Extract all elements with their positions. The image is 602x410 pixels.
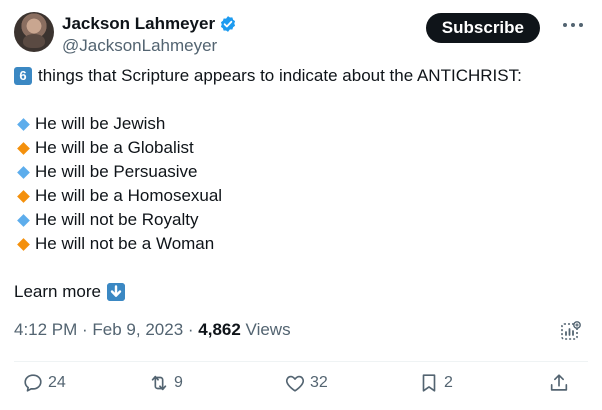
bookmark-button[interactable]: 2 bbox=[418, 372, 453, 394]
author-block: Jackson Lahmeyer @JacksonLahmeyer bbox=[62, 13, 237, 56]
list-item-text: He will be a Homosexual bbox=[35, 186, 223, 205]
list-item: He will be a Homosexual bbox=[14, 184, 588, 208]
list-item: He will not be a Woman bbox=[14, 232, 588, 256]
blue-diamond-icon bbox=[17, 117, 30, 131]
avatar[interactable] bbox=[14, 12, 54, 52]
like-count: 32 bbox=[310, 374, 328, 391]
list-item-text: He will be Jewish bbox=[35, 114, 166, 133]
subscribe-button[interactable]: Subscribe bbox=[425, 13, 540, 43]
blue-diamond-icon bbox=[17, 165, 30, 179]
orange-diamond-icon bbox=[17, 237, 30, 251]
repost-icon bbox=[151, 375, 167, 391]
tweet-intro-text: things that Scripture appears to indicat… bbox=[38, 66, 522, 85]
more-options-icon[interactable] bbox=[560, 16, 586, 34]
reply-count: 24 bbox=[48, 374, 66, 391]
timestamp[interactable]: 4:12 PM · Feb 9, 2023 · bbox=[14, 320, 198, 339]
share-icon bbox=[550, 374, 568, 391]
list-item-text: He will not be Royalty bbox=[35, 210, 199, 229]
like-button[interactable]: 32 bbox=[284, 372, 328, 394]
divider bbox=[14, 361, 588, 362]
learn-more: Learn more bbox=[14, 280, 588, 304]
views-count: 4,862 bbox=[198, 320, 241, 339]
list-item: He will be Persuasive bbox=[14, 160, 588, 184]
author-handle[interactable]: @JacksonLahmeyer bbox=[62, 36, 237, 56]
list-item: He will not be Royalty bbox=[14, 208, 588, 232]
list-item-text: He will not be a Woman bbox=[35, 234, 215, 253]
action-bar: 24 9 32 2 bbox=[14, 372, 588, 400]
tweet-intro: 6 things that Scripture appears to indic… bbox=[14, 64, 588, 88]
keycap-six-icon: 6 bbox=[14, 67, 32, 85]
analytics-icon[interactable] bbox=[560, 320, 582, 342]
repost-button[interactable]: 9 bbox=[148, 372, 183, 394]
bookmark-icon bbox=[422, 374, 436, 392]
down-arrow-icon bbox=[106, 283, 125, 301]
orange-diamond-icon bbox=[17, 141, 30, 155]
list-item: He will be Jewish bbox=[14, 112, 588, 136]
tweet-body: 6 things that Scripture appears to indic… bbox=[14, 64, 588, 304]
verified-badge-icon bbox=[221, 16, 236, 32]
author-display-name[interactable]: Jackson Lahmeyer bbox=[62, 14, 215, 34]
tweet-list: He will be Jewish He will be a Globalist… bbox=[14, 112, 588, 256]
list-item: He will be a Globalist bbox=[14, 136, 588, 160]
list-item-text: He will be Persuasive bbox=[35, 162, 198, 181]
repost-count: 9 bbox=[174, 374, 183, 391]
blue-diamond-icon bbox=[17, 213, 30, 227]
heart-icon bbox=[285, 375, 305, 392]
views-label: Views bbox=[240, 320, 291, 339]
learn-more-text: Learn more bbox=[14, 282, 101, 301]
reply-icon bbox=[24, 374, 42, 392]
tweet-header: Jackson Lahmeyer @JacksonLahmeyer Subscr… bbox=[14, 12, 588, 56]
orange-diamond-icon bbox=[17, 189, 30, 203]
bookmark-count: 2 bbox=[444, 374, 453, 391]
share-button[interactable] bbox=[548, 372, 574, 394]
reply-button[interactable]: 24 bbox=[22, 372, 66, 394]
tweet-meta: 4:12 PM · Feb 9, 2023 · 4,862 Views bbox=[14, 320, 291, 340]
list-item-text: He will be a Globalist bbox=[35, 138, 194, 157]
